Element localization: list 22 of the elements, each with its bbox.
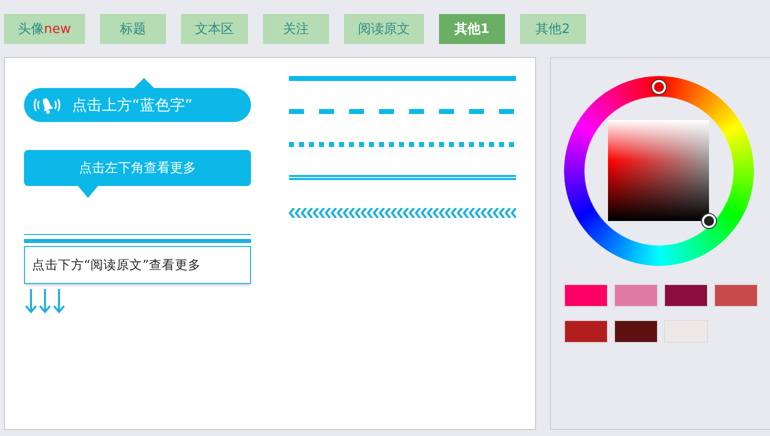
color-swatch[interactable] — [614, 320, 658, 343]
read-more-box: 点击下方“阅读原文”查看更多 — [24, 246, 251, 284]
bubble-pointer — [78, 186, 98, 198]
tab[interactable]: 关注 — [262, 14, 329, 44]
color-swatch[interactable] — [564, 320, 608, 343]
hue-handle[interactable] — [652, 80, 666, 94]
tab[interactable]: 头像new — [4, 14, 85, 44]
color-handle[interactable] — [702, 214, 716, 228]
bubble-text: 点击上方“蓝色字” — [72, 96, 193, 114]
color-swatch[interactable] — [714, 284, 758, 307]
color-swatch[interactable] — [564, 284, 608, 307]
tab[interactable]: 标题 — [100, 14, 166, 44]
tip-bubble: 点击左下角查看更多 — [24, 150, 251, 186]
tab[interactable]: 其他2 — [520, 14, 586, 44]
new-label: new — [44, 22, 71, 37]
color-swatch[interactable] — [664, 284, 708, 307]
down-arrows-icon — [24, 288, 66, 314]
color-swatch[interactable] — [614, 284, 658, 307]
saturation-square[interactable] — [608, 120, 709, 221]
tab[interactable]: 阅读原文 — [344, 14, 424, 44]
tab[interactable]: 其他1 — [438, 14, 505, 44]
tab[interactable]: 文本区 — [180, 14, 248, 44]
